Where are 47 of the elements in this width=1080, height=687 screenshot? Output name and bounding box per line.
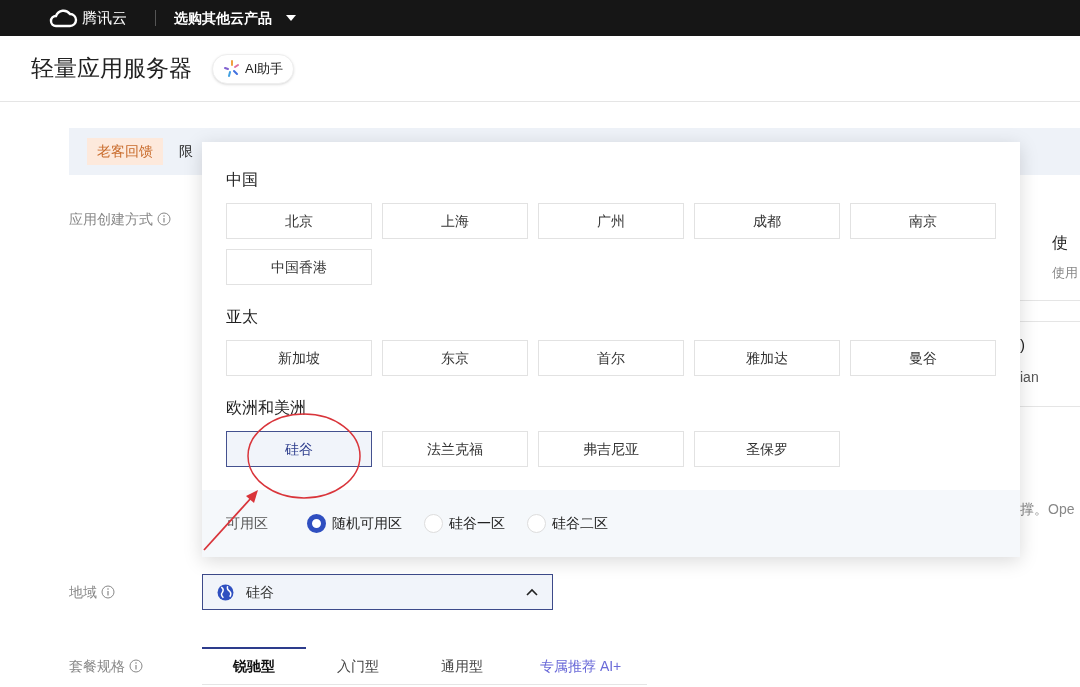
description-text: 撑。Ope: [1020, 500, 1076, 519]
region-option[interactable]: 曼谷: [850, 340, 996, 376]
card-title: 使: [1052, 233, 1069, 253]
card-text: 使用: [1052, 264, 1079, 282]
region-option[interactable]: 弗吉尼亚: [538, 431, 684, 467]
region-option[interactable]: 雅加达: [694, 340, 840, 376]
zone-radio-option[interactable]: 随机可用区: [307, 513, 402, 534]
region-group-title: 亚太: [226, 307, 259, 327]
region-option[interactable]: 上海: [382, 203, 528, 239]
info-icon: [157, 212, 171, 226]
region-option[interactable]: 硅谷: [226, 431, 372, 467]
brand-name: 腾讯云: [82, 7, 127, 28]
promo-text: 限: [179, 142, 193, 161]
info-icon: [101, 585, 115, 599]
form-label: 应用创建方式: [69, 209, 153, 229]
region-group-title: 欧洲和美洲: [226, 398, 307, 418]
globe-icon: [217, 583, 234, 601]
region-select[interactable]: 硅谷: [202, 574, 553, 610]
cloud-logo-icon: [48, 8, 78, 28]
region-option[interactable]: 首尔: [538, 340, 684, 376]
sparkle-icon: [223, 59, 241, 78]
region-group-title: 中国: [226, 170, 259, 190]
chevron-icon: [526, 588, 538, 596]
recommend-tab[interactable]: 专属推荐 AI+: [514, 647, 648, 684]
region-option[interactable]: 东京: [382, 340, 528, 376]
card-title: ): [1020, 335, 1026, 355]
region-option[interactable]: 圣保罗: [694, 431, 840, 467]
region-option[interactable]: 成都: [694, 203, 840, 239]
region-option[interactable]: 广州: [538, 203, 684, 239]
region-option[interactable]: 中国香港: [226, 249, 372, 285]
card-text: ian: [1020, 367, 1040, 387]
promo-tag: 老客回馈: [87, 138, 163, 165]
plan-tab[interactable]: 通用型: [410, 647, 514, 684]
region-option[interactable]: 法兰克福: [382, 431, 528, 467]
plan-tab[interactable]: 入门型: [306, 647, 410, 684]
caret-icon: [286, 15, 296, 21]
zone-radio-option[interactable]: 硅谷二区: [527, 513, 608, 534]
region-option[interactable]: 北京: [226, 203, 372, 239]
form-label: 地域: [69, 582, 97, 602]
page-title: 轻量应用服务器: [31, 54, 192, 84]
region-option[interactable]: 新加坡: [226, 340, 372, 376]
zone-radio-option[interactable]: 硅谷一区: [424, 513, 505, 534]
region-option[interactable]: 南京: [850, 203, 996, 239]
ai-assistant-button[interactable]: AI助手: [212, 53, 295, 84]
product-menu[interactable]: 选购其他云产品: [174, 7, 296, 29]
form-label: 套餐规格: [69, 656, 125, 676]
info-icon: [129, 659, 143, 673]
